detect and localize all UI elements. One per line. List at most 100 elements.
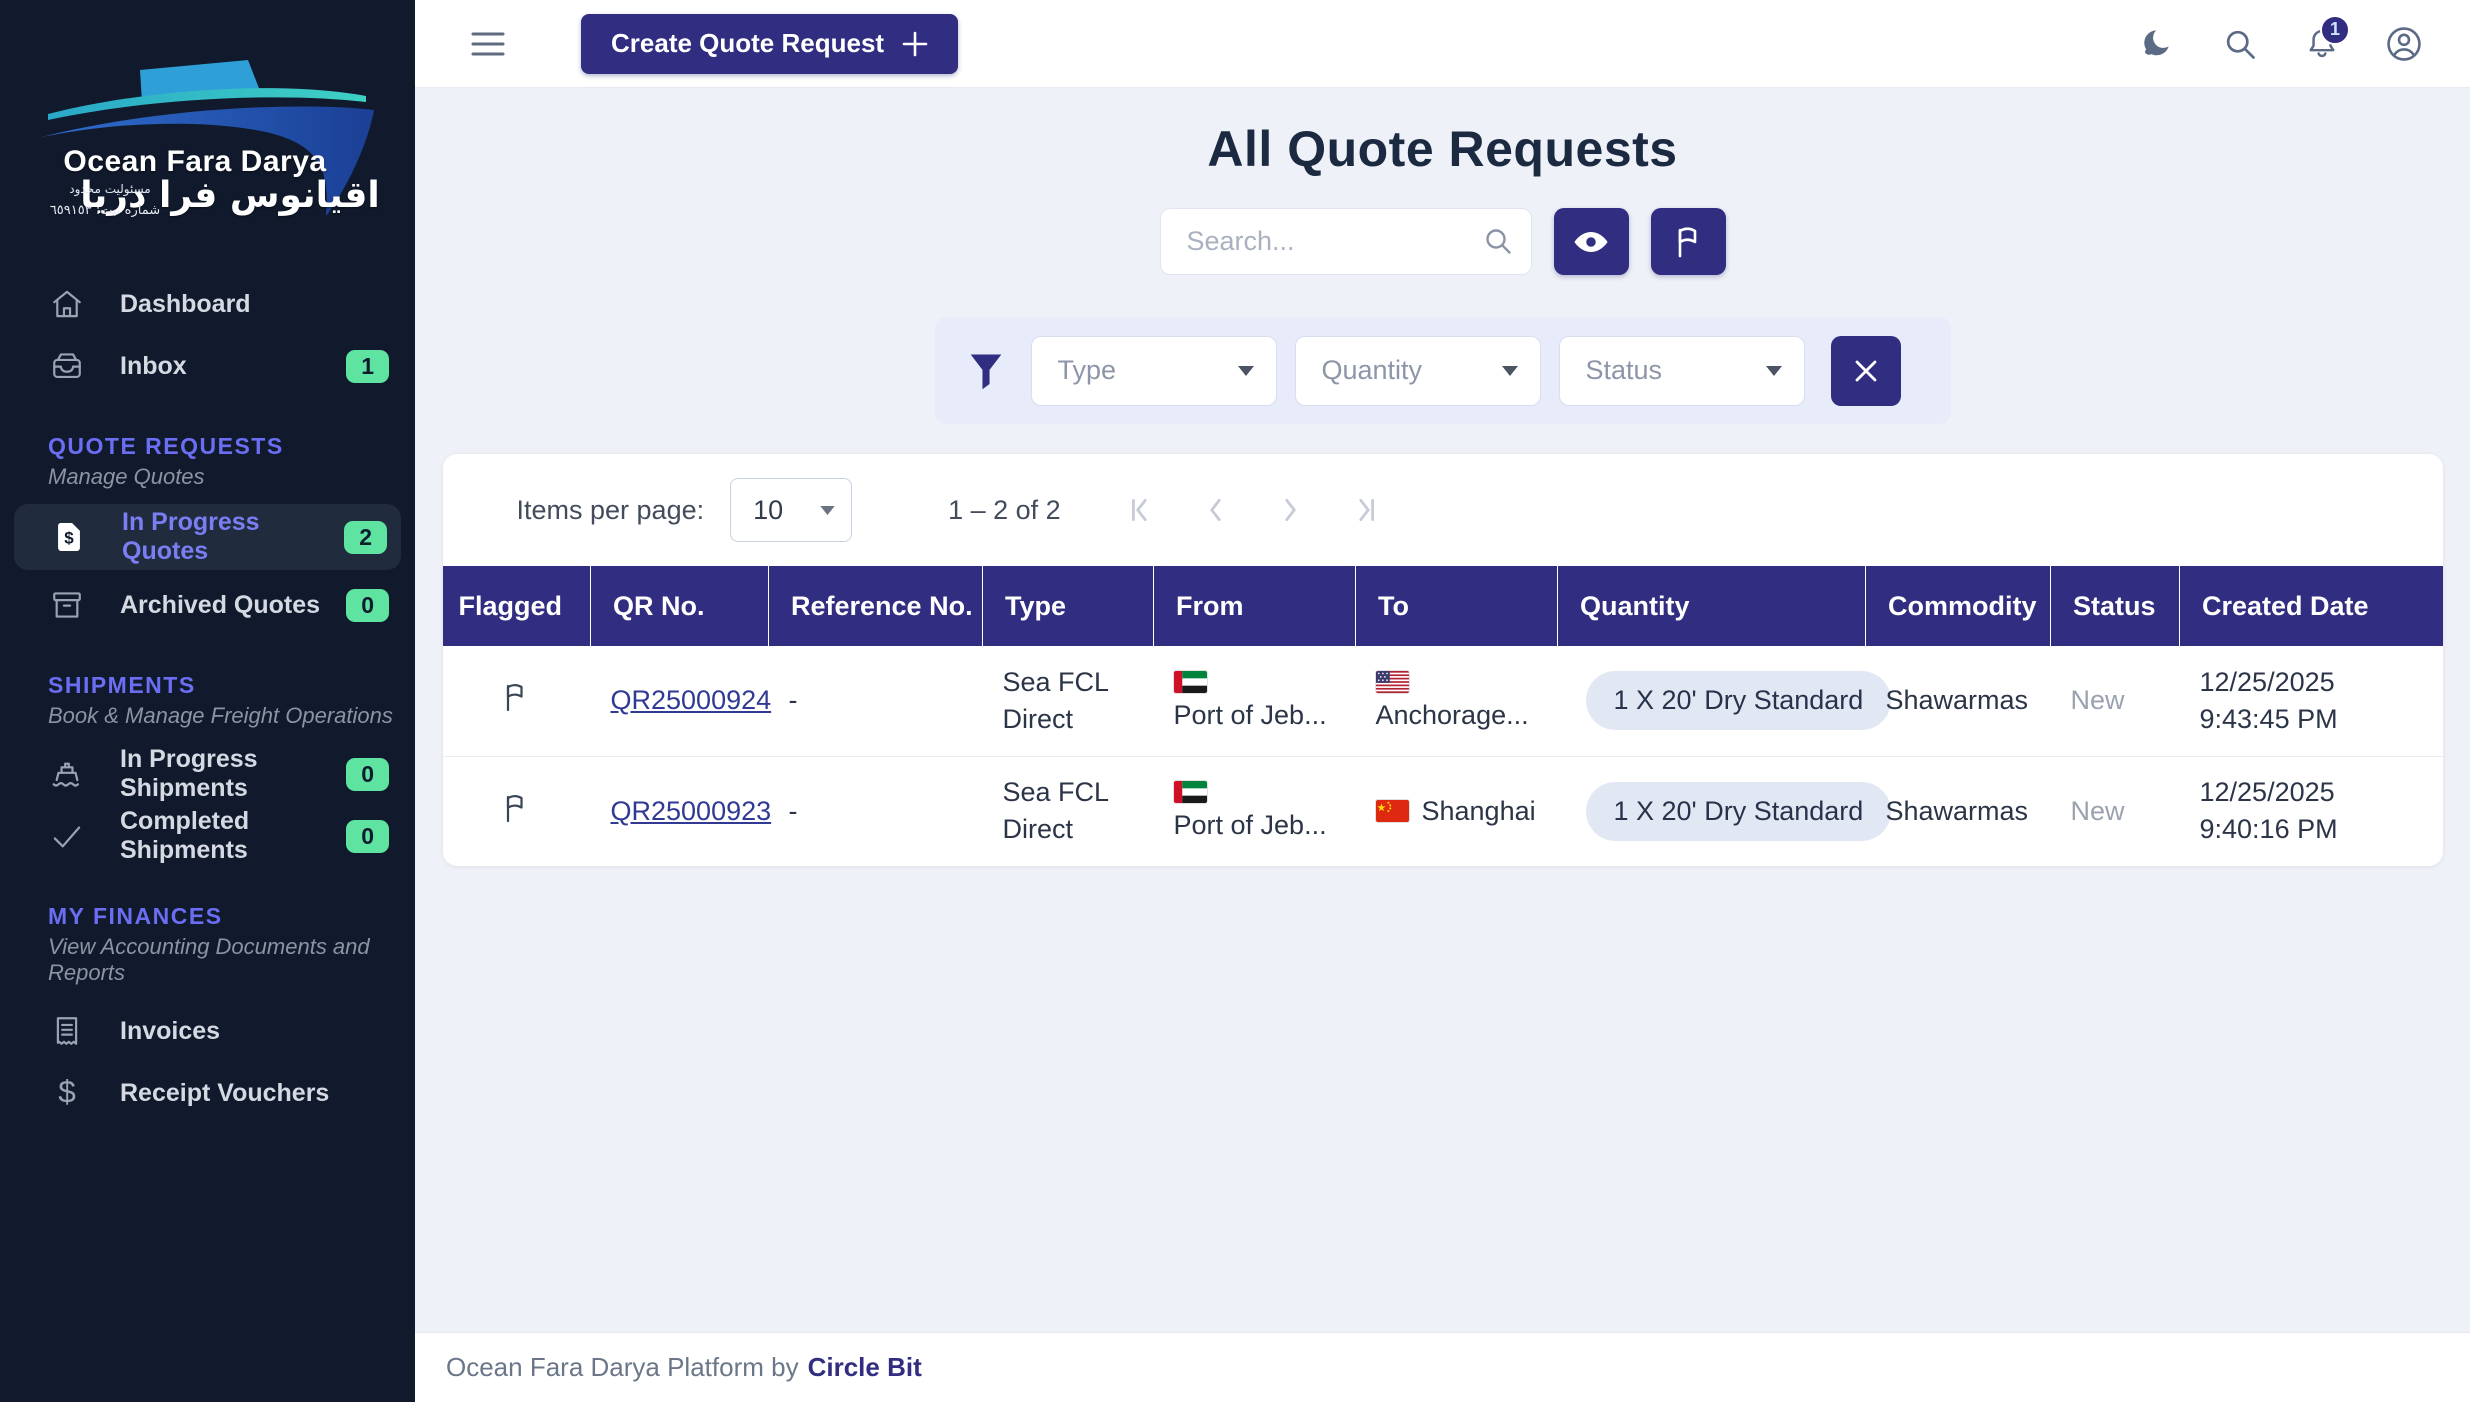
- invoice-receipt-icon: [48, 1014, 86, 1048]
- sidebar-item-inbox[interactable]: Inbox 1: [0, 335, 415, 397]
- page-title: All Quote Requests: [415, 120, 2470, 178]
- sidebar-item-label: Invoices: [120, 1017, 389, 1046]
- sidebar-item-label: Receipt Vouchers: [120, 1079, 389, 1108]
- status-badge: New: [2071, 796, 2125, 826]
- pagination-controls: [1125, 493, 1381, 527]
- in-progress-quotes-badge: 2: [344, 521, 387, 554]
- notifications-button[interactable]: 1: [2302, 24, 2342, 64]
- created-date-cell: 12/25/2025 9:43:45 PM: [2200, 664, 2443, 738]
- flag-icon: [1672, 225, 1704, 259]
- funnel-icon: [967, 351, 1005, 391]
- footer-circle-bit-link[interactable]: Circle Bit: [808, 1352, 922, 1383]
- table-header-row: Flagged QR No. Reference No. Type From T…: [443, 566, 2443, 646]
- status-badge: New: [2071, 685, 2125, 715]
- brand-name: Ocean Fara Darya: [0, 145, 390, 179]
- chevron-left-icon: [1201, 495, 1231, 525]
- next-page-button[interactable]: [1273, 493, 1307, 527]
- footer-text: Ocean Fara Darya Platform by: [446, 1352, 799, 1383]
- to-port-label: Shanghai: [1422, 796, 1536, 827]
- commodity-cell: Shawarmas: [1866, 756, 2051, 866]
- items-per-page-label: Items per page:: [517, 495, 705, 526]
- header-commodity: Commodity: [1866, 566, 2051, 646]
- header-status: Status: [2051, 566, 2180, 646]
- topbar: Create Quote Request 1: [415, 0, 2470, 88]
- company-logo: Ocean Fara Darya اقیانوس فرا دریا مسئولی…: [0, 10, 415, 245]
- x-icon: [1853, 358, 1879, 384]
- sidebar-item-label: Archived Quotes: [120, 591, 346, 620]
- search-button[interactable]: [2220, 24, 2260, 64]
- sidebar-item-in-progress-quotes[interactable]: $ In Progress Quotes 2: [14, 504, 401, 570]
- search-input[interactable]: [1160, 208, 1532, 275]
- clear-filters-button[interactable]: [1831, 336, 1901, 406]
- search-icon: [2222, 26, 2258, 62]
- from-port-label: Port of Jeb...: [1174, 700, 1327, 731]
- last-page-button[interactable]: [1347, 493, 1381, 527]
- to-cell: Anchorage...: [1376, 671, 1558, 731]
- header-flagged: Flagged: [443, 566, 591, 646]
- row-flag-toggle-icon[interactable]: [501, 792, 531, 824]
- first-page-button[interactable]: [1125, 493, 1159, 527]
- type-filter-select[interactable]: Type: [1031, 336, 1277, 406]
- created-date-cell: 12/25/2025 9:40:16 PM: [2200, 774, 2443, 848]
- checkmark-icon: [48, 819, 86, 853]
- quantity-filter-select[interactable]: Quantity: [1295, 336, 1541, 406]
- page-content: All Quote Requests Type: [415, 88, 2470, 1332]
- quote-document-icon: $: [50, 520, 88, 554]
- home-icon: [48, 287, 86, 321]
- reference-no-cell: -: [769, 756, 983, 866]
- uae-flag-icon: [1174, 671, 1207, 693]
- sidebar-item-completed-shipments[interactable]: Completed Shipments 0: [0, 805, 415, 867]
- quote-requests-table-card: Items per page: 10 1 – 2 of 2: [443, 454, 2443, 866]
- previous-page-button[interactable]: [1199, 493, 1233, 527]
- qr-number-link[interactable]: QR25000924: [611, 685, 772, 715]
- sidebar-item-label: Completed Shipments: [120, 807, 346, 865]
- sidebar-item-archived-quotes[interactable]: Archived Quotes 0: [0, 574, 415, 636]
- section-subtitle-quote-requests: Manage Quotes: [48, 464, 415, 490]
- completed-shipments-badge: 0: [346, 820, 389, 853]
- sidebar-item-receipt-vouchers[interactable]: $ Receipt Vouchers: [0, 1062, 415, 1124]
- pagination-bar: Items per page: 10 1 – 2 of 2: [443, 454, 2443, 566]
- inbox-icon: [48, 349, 86, 383]
- create-quote-request-button[interactable]: Create Quote Request: [581, 14, 958, 74]
- from-cell: Port of Jeb...: [1174, 781, 1356, 841]
- section-subtitle-shipments: Book & Manage Freight Operations: [48, 703, 415, 729]
- section-title-quote-requests: QUOTE REQUESTS: [48, 433, 415, 460]
- main-area: Create Quote Request 1 All: [415, 0, 2470, 1402]
- type-cell: Sea FCL Direct: [1003, 774, 1154, 848]
- qr-number-link[interactable]: QR25000923: [611, 796, 772, 826]
- type-filter-label: Type: [1058, 355, 1117, 386]
- status-filter-select[interactable]: Status: [1559, 336, 1805, 406]
- brand-registration-arabic: شماره ثبت: ٦٥٩١٥٣: [40, 203, 170, 218]
- items-per-page-select[interactable]: 10: [730, 478, 852, 542]
- ship-icon: [48, 757, 86, 791]
- filter-bar: Type Quantity Status: [935, 317, 1951, 424]
- quantity-filter-label: Quantity: [1322, 355, 1423, 386]
- header-reference-no: Reference No.: [769, 566, 983, 646]
- sidebar-item-invoices[interactable]: Invoices: [0, 1000, 415, 1062]
- menu-toggle-button[interactable]: [465, 21, 511, 67]
- account-button[interactable]: [2384, 24, 2424, 64]
- to-cell: Shanghai: [1376, 796, 1558, 827]
- flag-filter-button[interactable]: [1651, 208, 1726, 275]
- header-created-date: Created Date: [2180, 566, 2443, 646]
- row-flag-toggle-icon[interactable]: [501, 681, 531, 713]
- app-window: Ocean Fara Darya اقیانوس فرا دریا مسئولی…: [0, 0, 2470, 1402]
- sidebar-nav: Dashboard Inbox 1 QUOTE REQUESTS Manage …: [0, 273, 415, 1124]
- type-cell: Sea FCL Direct: [1003, 664, 1154, 738]
- header-from: From: [1154, 566, 1356, 646]
- chevron-down-icon: [1238, 366, 1254, 376]
- header-quantity: Quantity: [1558, 566, 1866, 646]
- footer: Ocean Fara Darya Platform by Circle Bit: [415, 1332, 2470, 1402]
- sidebar-item-in-progress-shipments[interactable]: In Progress Shipments 0: [0, 743, 415, 805]
- search-input-icon: [1482, 225, 1514, 257]
- header-to: To: [1356, 566, 1558, 646]
- sidebar-item-dashboard[interactable]: Dashboard: [0, 273, 415, 335]
- sidebar-item-label: In Progress Quotes: [122, 508, 344, 566]
- chevron-down-icon: [1502, 366, 1518, 376]
- section-subtitle-my-finances: View Accounting Documents and Reports: [48, 934, 415, 986]
- toggle-visibility-button[interactable]: [1554, 208, 1629, 275]
- theme-toggle-button[interactable]: [2138, 24, 2178, 64]
- section-title-shipments: SHIPMENTS: [48, 672, 415, 699]
- svg-text:$: $: [58, 1076, 76, 1110]
- table-row: QR25000924 - Sea FCL Direct Port of Jeb.…: [443, 646, 2443, 756]
